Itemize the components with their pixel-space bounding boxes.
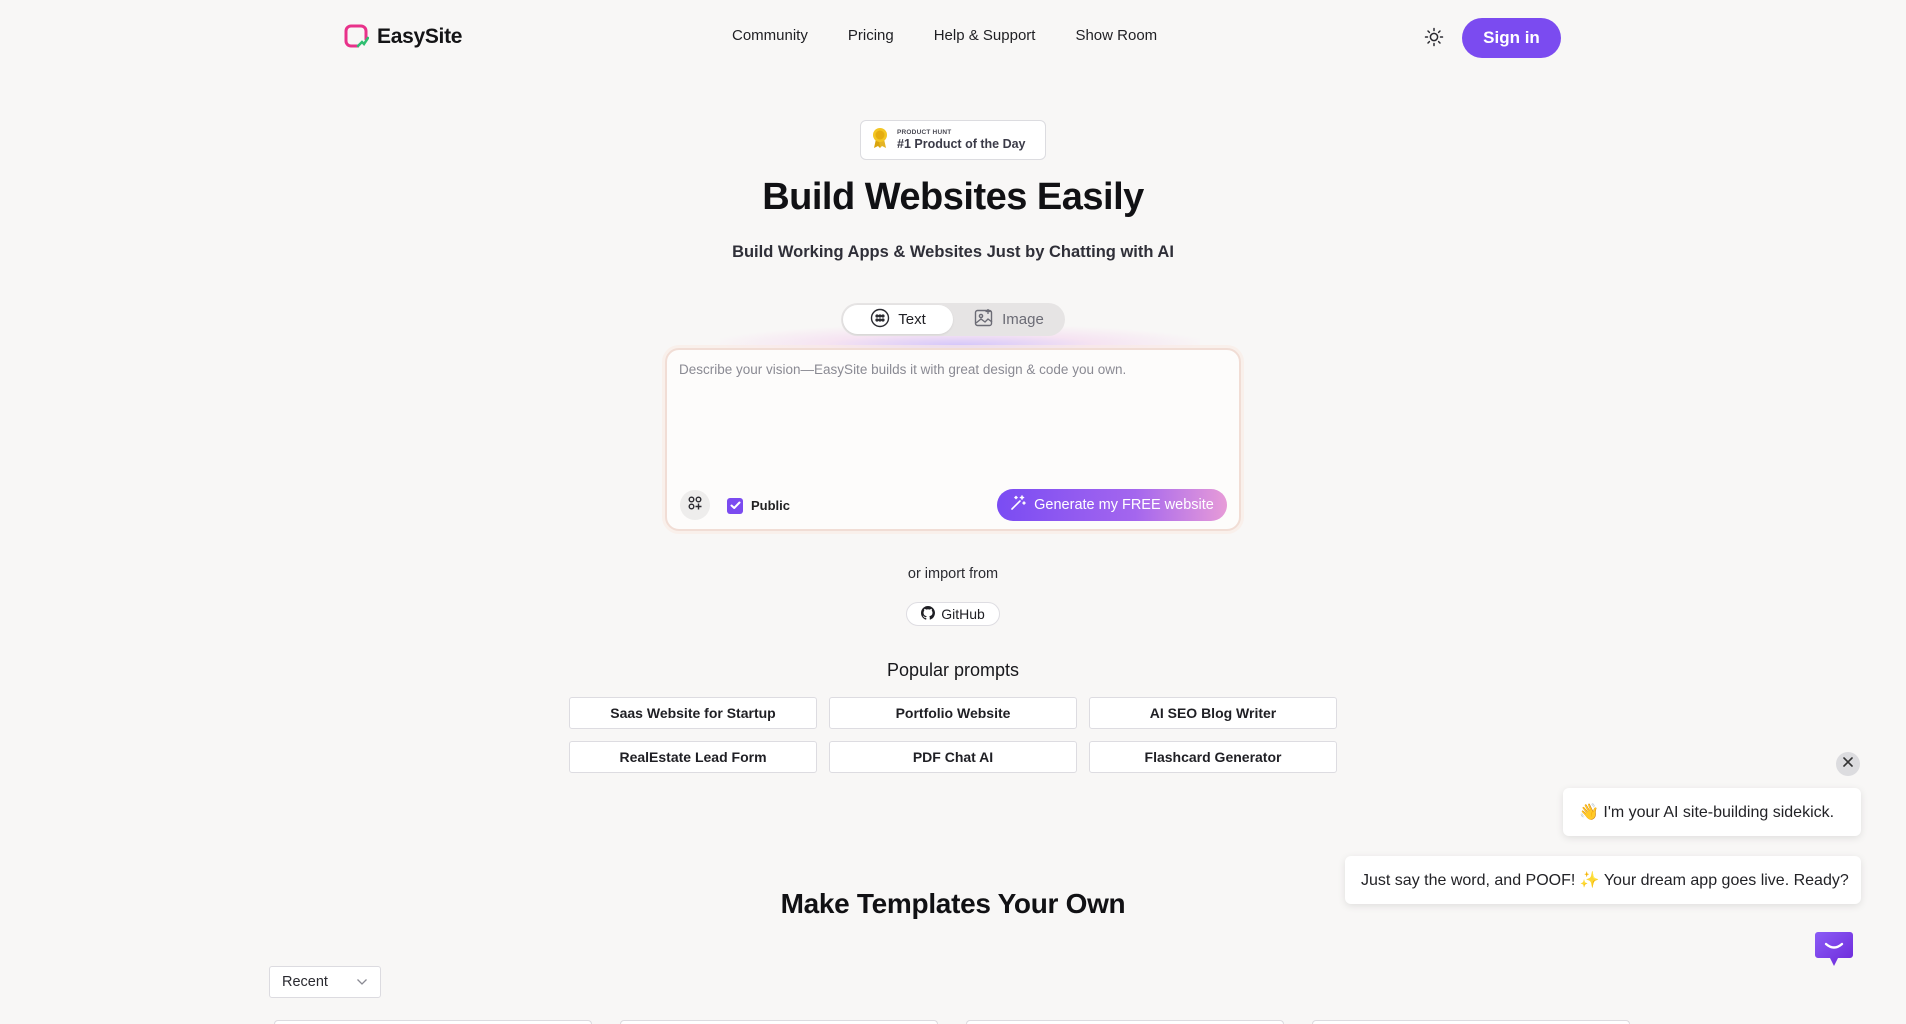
prompt-box: Public Generate my FREE website: [665, 348, 1241, 531]
top-navbar: EasySite Community Pricing Help & Suppor…: [0, 0, 1906, 76]
public-label: Public: [751, 498, 791, 513]
template-card[interactable]: [1312, 1020, 1630, 1024]
checkmark-icon: [730, 497, 741, 515]
sort-select[interactable]: Recent: [269, 966, 381, 998]
chat-bubble-icon: [1814, 932, 1854, 972]
github-icon: [921, 605, 936, 623]
shapes-icon: [688, 496, 702, 515]
prompt-chip-realestate[interactable]: RealEstate Lead Form: [569, 741, 817, 773]
prompt-chip-pdf-chat[interactable]: PDF Chat AI: [829, 741, 1077, 773]
close-icon: [1842, 755, 1854, 773]
attach-button[interactable]: [680, 490, 710, 520]
brand-name: EasySite: [377, 25, 463, 48]
magic-wand-icon: [1010, 495, 1026, 515]
github-import-button[interactable]: GitHub: [906, 602, 1000, 626]
prompt-chip-seo-blog[interactable]: AI SEO Blog Writer: [1089, 697, 1337, 729]
hero-subtitle: Build Working Apps & Websites Just by Ch…: [732, 243, 1174, 261]
tab-image-label: Image: [1002, 311, 1044, 328]
generate-label: Generate my FREE website: [1034, 497, 1214, 513]
tab-text-label: Text: [898, 311, 926, 328]
template-card[interactable]: [966, 1020, 1284, 1024]
tab-text[interactable]: Text: [843, 305, 953, 334]
prompt-chip-flashcard[interactable]: Flashcard Generator: [1089, 741, 1337, 773]
main-nav: Community Pricing Help & Support Show Ro…: [732, 27, 1157, 44]
input-mode-tabs: Text Image: [841, 303, 1065, 336]
sun-icon[interactable]: [1424, 27, 1444, 47]
template-card[interactable]: [274, 1020, 592, 1024]
badge-caption: PRODUCT HUNT: [897, 129, 952, 136]
nav-show-room[interactable]: Show Room: [1075, 27, 1157, 44]
popular-prompts-title: Popular prompts: [886, 660, 1020, 680]
chat-message[interactable]: 👋 I'm your AI site-building sidekick.: [1563, 788, 1861, 836]
chat-dots-icon: [870, 308, 890, 332]
badge-title: #1 Product of the Day: [897, 137, 1026, 151]
import-caption: or import from: [907, 566, 999, 582]
nav-pricing[interactable]: Pricing: [848, 27, 894, 44]
chat-launcher-button[interactable]: [1814, 930, 1854, 968]
image-icon: [974, 308, 994, 332]
award-medal-icon: [871, 127, 889, 154]
brand-logo[interactable]: EasySite: [344, 24, 462, 50]
chevron-down-icon: [356, 974, 368, 990]
nav-help-support[interactable]: Help & Support: [934, 27, 1036, 44]
github-label: GitHub: [941, 606, 985, 622]
tab-image[interactable]: Image: [955, 305, 1063, 334]
easysite-logo-icon: [344, 24, 370, 50]
hero-title: Build Websites Easily: [762, 176, 1144, 218]
product-hunt-badge[interactable]: PRODUCT HUNT #1 Product of the Day: [860, 120, 1046, 160]
chat-close-button[interactable]: [1836, 752, 1860, 776]
nav-community[interactable]: Community: [732, 27, 808, 44]
sort-select-value: Recent: [282, 974, 328, 990]
prompt-chip-saas[interactable]: Saas Website for Startup: [569, 697, 817, 729]
prompt-chip-portfolio[interactable]: Portfolio Website: [829, 697, 1077, 729]
chat-message[interactable]: Just say the word, and POOF! ✨ Your drea…: [1345, 856, 1861, 904]
public-checkbox[interactable]: [727, 498, 743, 514]
template-card[interactable]: [620, 1020, 938, 1024]
prompt-textarea[interactable]: [679, 362, 1227, 472]
sign-in-button[interactable]: Sign in: [1462, 18, 1561, 58]
generate-website-button[interactable]: Generate my FREE website: [997, 489, 1227, 521]
